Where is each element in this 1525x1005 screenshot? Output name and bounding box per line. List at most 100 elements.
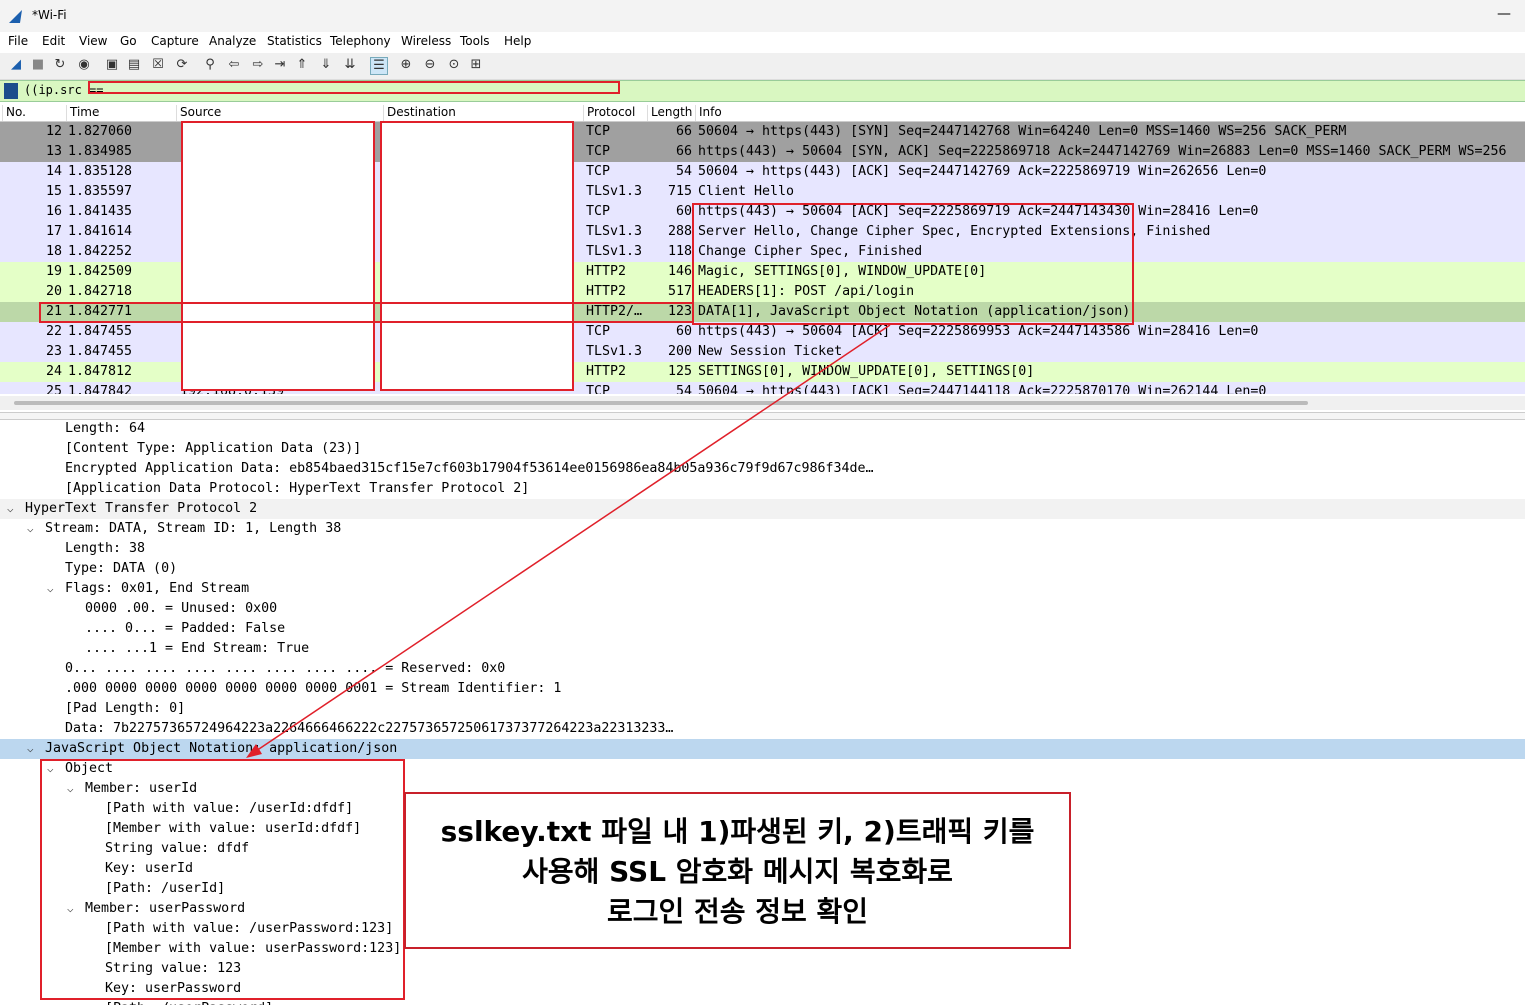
- menu-edit[interactable]: Edit: [42, 34, 65, 48]
- pane-splitter[interactable]: [0, 412, 1525, 420]
- open-icon[interactable]: ▣: [104, 57, 120, 73]
- packet-proto-cell: TLSv1.3: [586, 184, 643, 199]
- column-header-length[interactable]: Length: [647, 105, 692, 121]
- menu-file[interactable]: File: [8, 34, 28, 48]
- tree-line[interactable]: [Pad Length: 0]: [0, 699, 1525, 719]
- column-header-info[interactable]: Info: [695, 105, 722, 121]
- packet-time-cell: 1.835597: [68, 184, 133, 199]
- annotation-line-2: 사용해 SSL 암호화 메시지 복호화로: [522, 855, 953, 888]
- packet-proto-cell: TLSv1.3: [586, 224, 643, 239]
- expand-chevron-icon[interactable]: ⌵: [47, 579, 54, 599]
- packet-no-cell: 17: [45, 224, 62, 239]
- packet-proto-cell: TCP: [586, 144, 611, 159]
- close-file-icon[interactable]: ☒: [150, 57, 166, 73]
- options-icon[interactable]: ◉: [76, 57, 92, 73]
- zoom-normal-icon[interactable]: ⊙: [446, 57, 462, 73]
- tree-line-label: 0... .... .... .... .... .... .... .... …: [65, 661, 506, 676]
- colorize-icon[interactable]: ☰: [370, 57, 388, 75]
- tree-line-label: [Pad Length: 0]: [65, 701, 186, 716]
- packet-proto-cell: TCP: [586, 324, 611, 339]
- tree-line[interactable]: .... ...1 = End Stream: True: [0, 639, 1525, 659]
- packet-no-cell: 20: [45, 284, 62, 299]
- packet-len-cell: 118: [667, 244, 692, 259]
- zoom-in-icon[interactable]: ⊕: [398, 57, 414, 73]
- last-packet-icon[interactable]: ⇓: [318, 57, 334, 73]
- column-header-destination[interactable]: Destination: [383, 105, 456, 121]
- resize-columns-icon[interactable]: ⊞: [468, 57, 484, 73]
- go-to-packet-icon[interactable]: ⇥: [272, 57, 288, 73]
- packet-proto-cell: HTTP2: [586, 264, 627, 279]
- tree-line[interactable]: 0... .... .... .... .... .... .... .... …: [0, 659, 1525, 679]
- tree-line[interactable]: Data: 7b22757365724964223a2264666466222c…: [0, 719, 1525, 739]
- horizontal-scrollbar[interactable]: [0, 396, 1525, 410]
- packet-info-cell: 50604 → https(443) [ACK] Seq=2447142769 …: [698, 164, 1267, 179]
- packet-proto-cell: TLSv1.3: [586, 344, 643, 359]
- packet-proto-cell: TCP: [586, 384, 611, 394]
- window-title: *Wi-Fi: [32, 8, 67, 22]
- first-packet-icon[interactable]: ⇑: [294, 57, 310, 73]
- menu-bar: File Edit View Go Capture Analyze Statistics Te…: [0, 32, 1525, 52]
- menu-go[interactable]: Go: [120, 34, 137, 48]
- packet-len-cell: 66: [675, 124, 692, 139]
- tree-line[interactable]: Length: 64: [0, 420, 1525, 439]
- bookmark-icon[interactable]: [4, 83, 18, 99]
- expand-chevron-icon[interactable]: ⌵: [27, 519, 34, 539]
- menu-tools[interactable]: Tools: [460, 34, 490, 48]
- menu-view[interactable]: View: [79, 34, 107, 48]
- tree-line[interactable]: Encrypted Application Data: eb854baed315…: [0, 459, 1525, 479]
- packet-info-cell: https(443) → 50604 [ACK] Seq=2225869953 …: [698, 324, 1259, 339]
- tree-line[interactable]: ⌵ JavaScript Object Notation: application…: [0, 739, 1525, 759]
- tree-line[interactable]: [Content Type: Application Data (23)]: [0, 439, 1525, 459]
- shark-fin-start-icon[interactable]: ◢: [8, 57, 24, 73]
- expand-chevron-icon[interactable]: ⌵: [27, 739, 34, 759]
- go-back-icon[interactable]: ⇦: [226, 57, 242, 73]
- menu-wireless[interactable]: Wireless: [401, 34, 451, 48]
- tree-line-label: JavaScript Object Notation: application/…: [45, 741, 398, 756]
- packet-no-cell: 16: [45, 204, 62, 219]
- menu-telephony[interactable]: Telephony: [330, 34, 391, 48]
- packet-no-cell: 23: [45, 344, 62, 359]
- restart-icon[interactable]: ↻: [52, 57, 68, 73]
- column-header-time[interactable]: Time: [66, 105, 99, 121]
- minimize-button[interactable]: —: [1497, 6, 1511, 22]
- expand-chevron-icon[interactable]: ⌵: [7, 499, 14, 519]
- packet-time-cell: 1.847812: [68, 364, 133, 379]
- packet-proto-cell: TCP: [586, 164, 611, 179]
- tree-line[interactable]: .000 0000 0000 0000 0000 0000 0000 0001 …: [0, 679, 1525, 699]
- highlight-filter-box: [88, 81, 620, 94]
- go-forward-icon[interactable]: ⇨: [250, 57, 266, 73]
- zoom-out-icon[interactable]: ⊖: [422, 57, 438, 73]
- packet-no-cell: 12: [45, 124, 62, 139]
- tree-line-label: [Content Type: Application Data (23)]: [65, 441, 362, 456]
- packet-time-cell: 1.847842: [68, 384, 133, 394]
- scrollbar-thumb[interactable]: [14, 401, 1308, 405]
- packet-info-cell: https(443) → 50604 [SYN, ACK] Seq=222586…: [698, 144, 1507, 159]
- menu-statistics[interactable]: Statistics: [267, 34, 322, 48]
- packet-time-cell: 1.841435: [68, 204, 133, 219]
- column-header-no[interactable]: No.: [2, 105, 26, 121]
- save-icon[interactable]: ▤: [126, 57, 142, 73]
- tree-line[interactable]: Type: DATA (0): [0, 559, 1525, 579]
- packet-len-cell: 60: [675, 204, 692, 219]
- menu-analyze[interactable]: Analyze: [209, 34, 256, 48]
- tree-line[interactable]: ⌵ Flags: 0x01, End Stream: [0, 579, 1525, 599]
- packet-len-cell: 54: [675, 164, 692, 179]
- reload-icon[interactable]: ⟳: [174, 57, 190, 73]
- packet-len-cell: 200: [667, 344, 692, 359]
- menu-capture[interactable]: Capture: [151, 34, 199, 48]
- column-header-source[interactable]: Source: [176, 105, 221, 121]
- autoscroll-icon[interactable]: ⇊: [342, 57, 358, 73]
- stop-icon[interactable]: ■: [30, 57, 46, 73]
- packet-no-cell: 19: [45, 264, 62, 279]
- find-icon[interactable]: ⚲: [202, 57, 218, 73]
- column-header-protocol[interactable]: Protocol: [583, 105, 635, 121]
- tree-line[interactable]: [Application Data Protocol: HyperText Tr…: [0, 479, 1525, 499]
- tree-line[interactable]: ⌵ Stream: DATA, Stream ID: 1, Length 38: [0, 519, 1525, 539]
- tree-line[interactable]: ⌵ HyperText Transfer Protocol 2: [0, 499, 1525, 519]
- menu-help[interactable]: Help: [504, 34, 531, 48]
- tree-line[interactable]: Length: 38: [0, 539, 1525, 559]
- tree-line[interactable]: 0000 .00. = Unused: 0x00: [0, 599, 1525, 619]
- redacted-destination-box: [380, 121, 574, 391]
- tree-line[interactable]: .... 0... = Padded: False: [0, 619, 1525, 639]
- packet-no-cell: 24: [45, 364, 62, 379]
